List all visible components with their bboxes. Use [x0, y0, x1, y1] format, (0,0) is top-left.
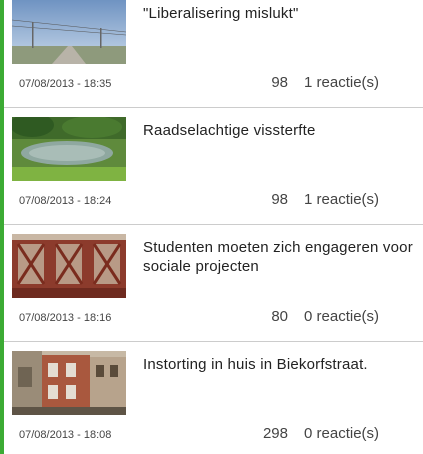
article-date: 07/08/2013 - 18:24 [19, 195, 112, 207]
article-title[interactable]: Studenten moeten zich engageren voor soc… [143, 238, 423, 276]
article-thumbnail[interactable] [12, 234, 126, 298]
news-feed: "Liberalisering mislukt" 07/08/2013 - 18… [0, 0, 423, 454]
article-date: 07/08/2013 - 18:16 [19, 312, 112, 324]
article-thumbnail[interactable] [12, 117, 126, 181]
news-item[interactable]: Studenten moeten zich engageren voor soc… [0, 225, 423, 342]
view-count: 80 [271, 308, 288, 325]
article-title[interactable]: Raadselachtige vissterfte [143, 121, 423, 140]
reaction-count[interactable]: 1 reactie(s) [304, 74, 379, 91]
article-title[interactable]: "Liberalisering mislukt" [143, 4, 423, 23]
news-item[interactable]: Instorting in huis in Biekorfstraat. 07/… [0, 342, 423, 454]
news-item[interactable]: Raadselachtige vissterfte 07/08/2013 - 1… [0, 108, 423, 225]
view-count: 298 [262, 425, 288, 442]
reaction-count[interactable]: 1 reactie(s) [304, 191, 379, 208]
article-thumbnail[interactable] [12, 351, 126, 415]
article-title[interactable]: Instorting in huis in Biekorfstraat. [143, 355, 423, 374]
article-date: 07/08/2013 - 18:35 [19, 78, 112, 90]
article-date: 07/08/2013 - 18:08 [19, 429, 112, 441]
news-item[interactable]: "Liberalisering mislukt" 07/08/2013 - 18… [0, 0, 423, 108]
view-count: 98 [271, 74, 288, 91]
article-thumbnail[interactable] [12, 0, 126, 64]
reaction-count[interactable]: 0 reactie(s) [304, 308, 379, 325]
view-count: 98 [271, 191, 288, 208]
reaction-count[interactable]: 0 reactie(s) [304, 425, 379, 442]
